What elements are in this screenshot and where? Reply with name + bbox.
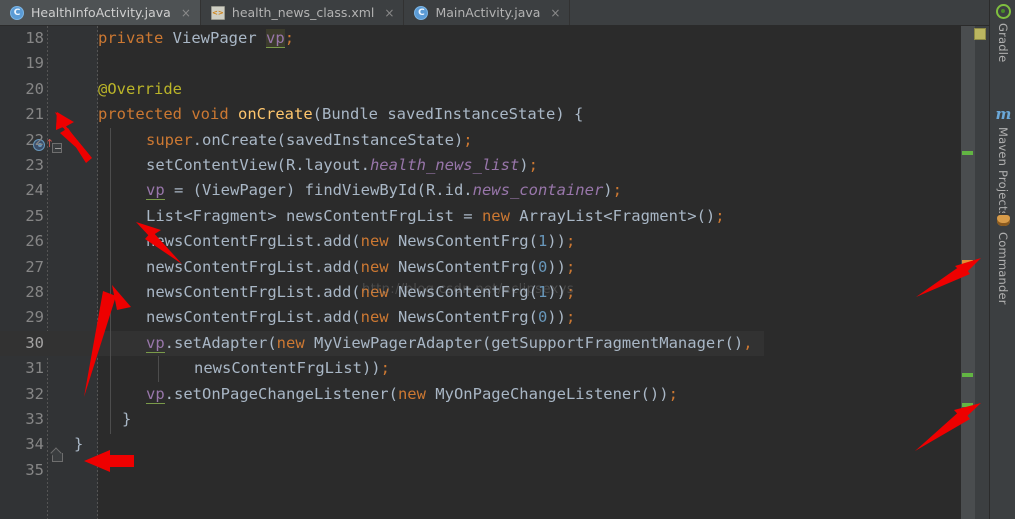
marker-green-2[interactable]: [962, 373, 973, 377]
code-line-23[interactable]: 23 setContentView(R.layout.health_news_l…: [0, 153, 960, 178]
tab-label: health_news_class.xml: [231, 5, 375, 20]
line-number: 19: [25, 54, 44, 73]
indent-guide-1: [110, 128, 111, 434]
code-text: }: [122, 410, 132, 428]
line-number: 28: [25, 283, 44, 301]
line-number: 32: [25, 384, 44, 403]
code-line-31[interactable]: 31 newsContentFrgList));: [0, 356, 960, 381]
line-number: 21: [25, 105, 44, 124]
code-text: vp.setOnPageChangeListener(new MyOnPageC…: [146, 384, 678, 404]
ide-window: HealthInfoActivity.java × health_news_cl…: [0, 0, 1015, 519]
close-icon[interactable]: ×: [384, 6, 394, 20]
tab-label: HealthInfoActivity.java: [31, 5, 171, 20]
code-line-34[interactable]: 34 }: [0, 432, 960, 457]
java-class-icon: [414, 5, 429, 20]
code-line-33[interactable]: 33 }: [0, 407, 960, 432]
right-tool-window-bar: Gradle Maven Projects Commander: [989, 0, 1015, 519]
code-line-21[interactable]: 21 protected void onCreate(Bundle savedI…: [0, 102, 960, 127]
tab-healthinfoactivity-java[interactable]: HealthInfoActivity.java ×: [0, 0, 201, 25]
code-text: vp = (ViewPager) findViewById(R.id.news_…: [146, 181, 622, 201]
code-line-26[interactable]: 26 newsContentFrgList.add(new NewsConten…: [0, 229, 960, 254]
code-text: newsContentFrgList.add(new NewsContentFr…: [146, 257, 576, 276]
line-number: 23: [25, 156, 44, 174]
line-number: 25: [25, 206, 44, 225]
editor-tab-bar: HealthInfoActivity.java × health_news_cl…: [0, 0, 989, 26]
toolwindow-label: Commander: [996, 232, 1010, 305]
code-line-20[interactable]: 20 @Override: [0, 77, 960, 102]
java-class-icon: [10, 5, 24, 20]
code-line-32[interactable]: 32 vp.setOnPageChangeListener(new MyOnPa…: [0, 382, 960, 407]
gradle-icon: [995, 4, 1011, 19]
toolwindow-button-maven-projects[interactable]: Maven Projects: [990, 105, 1015, 217]
line-number: 20: [25, 79, 44, 98]
toolwindow-button-gradle[interactable]: Gradle: [990, 4, 1015, 62]
scrollbar-thumb[interactable]: [961, 26, 975, 519]
code-text: newsContentFrgList.add(new NewsContentFr…: [146, 283, 576, 301]
line-number: 22: [25, 130, 44, 149]
code-line-18[interactable]: 18 private ViewPager vp;: [0, 26, 960, 51]
code-editor[interactable]: ↑ 18 private ViewPager vp; 19 20 @Overri…: [0, 26, 960, 519]
line-number: 27: [25, 257, 44, 276]
xml-file-icon: [210, 5, 225, 20]
commander-icon: [996, 213, 1011, 228]
code-text: super.onCreate(savedInstanceState);: [146, 130, 473, 149]
code-text: @Override: [98, 79, 182, 98]
code-line-19[interactable]: 19: [0, 51, 960, 76]
close-icon[interactable]: ×: [550, 6, 560, 20]
code-text: protected void onCreate(Bundle savedInst…: [98, 105, 584, 124]
marker-orange-1[interactable]: [962, 260, 973, 264]
inspection-status-badge[interactable]: [974, 28, 986, 40]
code-line-25[interactable]: 25 List<Fragment> newsContentFrgList = n…: [0, 204, 960, 229]
line-number: 24: [25, 181, 44, 200]
code-line-29[interactable]: 29 newsContentFrgList.add(new NewsConten…: [0, 305, 960, 330]
line-number: 26: [25, 232, 44, 251]
code-line-35[interactable]: 35: [0, 458, 960, 483]
line-number: 31: [25, 359, 44, 378]
line-number: 29: [25, 308, 44, 327]
maven-icon: [996, 105, 1011, 123]
toolwindow-label: Maven Projects: [996, 127, 1010, 217]
close-icon[interactable]: ×: [181, 6, 191, 20]
toolwindow-button-commander[interactable]: Commander: [990, 213, 1015, 305]
line-number: 18: [25, 29, 44, 47]
line-number: 30: [25, 333, 44, 352]
code-text: newsContentFrgList.add(new NewsContentFr…: [146, 232, 576, 251]
marker-green-1[interactable]: [962, 151, 973, 155]
code-line-22[interactable]: 22 super.onCreate(savedInstanceState);: [0, 128, 960, 153]
tab-health-news-class-xml[interactable]: health_news_class.xml ×: [201, 0, 405, 25]
line-number: 35: [25, 460, 44, 479]
tab-mainactivity-java[interactable]: MainActivity.java ×: [404, 0, 571, 25]
marker-green-3[interactable]: [962, 403, 973, 407]
line-number: 33: [25, 410, 44, 428]
code-text: private ViewPager vp;: [98, 29, 295, 48]
code-line-27[interactable]: 27 newsContentFrgList.add(new NewsConten…: [0, 255, 960, 280]
code-line-28[interactable]: 28 newsContentFrgList.add(new NewsConten…: [0, 280, 960, 305]
code-line-24[interactable]: 24 vp = (ViewPager) findViewById(R.id.ne…: [0, 178, 960, 203]
code-text: newsContentFrgList.add(new NewsContentFr…: [146, 308, 576, 327]
code-text: newsContentFrgList));: [194, 359, 390, 378]
code-text: List<Fragment> newsContentFrgList = new …: [146, 206, 725, 225]
editor-marker-scrollbar[interactable]: [960, 26, 975, 519]
tab-label: MainActivity.java: [435, 5, 541, 20]
code-text: }: [74, 435, 84, 454]
code-line-30[interactable]: 30 vp.setAdapter(new MyViewPagerAdapter(…: [0, 330, 960, 357]
line-number: 34: [25, 435, 44, 454]
indent-guide-2: [158, 356, 159, 382]
code-text: setContentView(R.layout.health_news_list…: [146, 156, 538, 174]
code-text: vp.setAdapter(new MyViewPagerAdapter(get…: [146, 333, 753, 353]
toolwindow-label: Gradle: [996, 23, 1010, 63]
